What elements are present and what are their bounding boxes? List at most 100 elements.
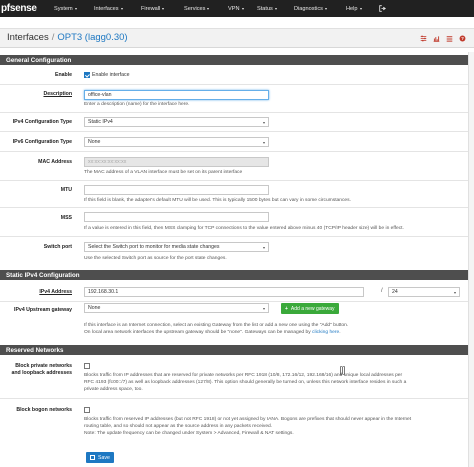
mouse-cursor-icon — [340, 366, 345, 377]
block-private-help-3: private address space, too. — [84, 387, 143, 392]
switch-port-value: Select the Switch port to monitor for me… — [88, 244, 220, 250]
ipv6-type-value: None — [88, 139, 101, 145]
chevron-down-icon — [162, 7, 165, 10]
mss-input[interactable] — [84, 212, 269, 222]
nav-help[interactable]: Help — [343, 0, 365, 17]
static-ipv4-heading: Static IPv4 Configuration — [0, 270, 468, 280]
gateway-value: None — [88, 305, 101, 311]
block-private-help-2: RFC 4193 (fc00::/7) as well as loopback … — [84, 380, 407, 385]
gateway-label: IPv4 Upstream gateway — [14, 307, 72, 313]
page-header: Interfaces / OPT3 (lagg0.30) ? — [0, 28, 474, 48]
chevron-down-icon — [263, 122, 265, 124]
breadcrumb-interfaces[interactable]: Interfaces — [7, 32, 49, 43]
gateway-help-end: . — [339, 330, 341, 335]
ipv4-type-value: Static IPv4 — [88, 119, 113, 125]
row-divider — [0, 301, 468, 302]
mac-placeholder: xx:xx:xx:xx:xx:xx — [88, 159, 127, 165]
nav-label: Status — [257, 5, 273, 12]
mtu-input[interactable] — [84, 185, 269, 195]
nav-vpn[interactable]: VPN — [225, 0, 247, 17]
block-bogon-help-3: Note: The update frequency can be change… — [84, 431, 294, 436]
description-label: Description — [43, 91, 72, 97]
mtu-label: MTU — [60, 187, 72, 193]
ipv4-type-select[interactable]: Static IPv4 — [84, 117, 269, 127]
plus-icon: + — [285, 305, 288, 312]
enable-checkbox[interactable] — [84, 72, 90, 78]
scrollbar[interactable] — [468, 52, 474, 467]
ipv4-address-input[interactable]: 192.168.30.1 — [84, 287, 364, 297]
enable-text: Enable interface — [92, 72, 130, 78]
nav-services[interactable]: Services — [181, 0, 212, 17]
chevron-down-icon — [263, 308, 265, 310]
row-divider — [0, 398, 468, 399]
reserved-networks-heading: Reserved Networks — [0, 345, 468, 355]
nav-interfaces[interactable]: Interfaces — [91, 0, 126, 17]
ipv4-type-label: IPv4 Configuration Type — [12, 119, 72, 125]
switch-port-select[interactable]: Select the Switch port to monitor for me… — [84, 242, 269, 252]
row-divider — [0, 112, 468, 113]
header-icons: ? — [420, 35, 466, 42]
gateway-help-text: On local area network interfaces the ups… — [84, 330, 311, 335]
description-value: office-vlan — [88, 92, 112, 98]
mss-label: MSS — [60, 215, 72, 221]
nav-firewall[interactable]: Firewall — [138, 0, 167, 17]
chevron-down-icon — [207, 7, 210, 10]
prefix-select[interactable]: 24 — [388, 287, 460, 297]
chevron-down-icon — [274, 7, 277, 10]
mtu-help: If this field is blank, the adapter's de… — [84, 198, 351, 203]
description-help: Enter a description (name) for the inter… — [84, 102, 190, 107]
nav-label: VPN — [228, 5, 240, 12]
nav-label: Help — [346, 5, 358, 12]
description-input[interactable]: office-vlan — [84, 90, 269, 100]
block-private-label-1: Block private networks — [15, 363, 72, 369]
help-icon[interactable]: ? — [459, 35, 466, 42]
chevron-down-icon — [120, 7, 123, 10]
block-bogon-help-1: Blocks traffic from reserved IP addresse… — [84, 417, 412, 422]
mac-input[interactable]: xx:xx:xx:xx:xx:xx — [84, 157, 269, 167]
nav-label: Services — [184, 5, 206, 12]
logout-icon[interactable] — [376, 0, 389, 17]
row-divider — [0, 207, 468, 208]
list-icon[interactable] — [446, 35, 453, 42]
mac-label: MAC Address — [38, 159, 72, 165]
pfsense-logo[interactable]: pfsense — [0, 0, 44, 17]
gateway-manage-link[interactable]: clicking here — [312, 330, 339, 335]
mac-help: The MAC address of a VLAN interface must… — [84, 170, 243, 175]
nav-status[interactable]: Status — [254, 0, 280, 17]
block-private-label-2: and loopback addresses — [11, 370, 72, 376]
sliders-icon[interactable] — [420, 35, 427, 42]
general-config-heading: General Configuration — [0, 55, 468, 65]
nav-system[interactable]: System — [51, 0, 80, 17]
row-divider — [0, 180, 468, 181]
chevron-down-icon — [454, 292, 456, 294]
add-gateway-button[interactable]: + Add a new gateway — [281, 303, 339, 314]
nav-label: Diagnostics — [294, 5, 323, 12]
block-bogon-checkbox[interactable] — [84, 407, 90, 413]
add-gateway-label: Add a new gateway — [290, 305, 335, 312]
svg-text:?: ? — [461, 36, 464, 41]
nav-label: System — [54, 5, 73, 12]
block-private-checkbox[interactable] — [84, 363, 90, 369]
ipv6-type-select[interactable]: None — [84, 137, 269, 147]
row-divider — [0, 236, 468, 237]
chevron-down-icon — [74, 7, 77, 10]
chevron-down-icon — [263, 247, 265, 249]
prefix-slash: / — [381, 288, 383, 294]
ipv6-type-label: IPv6 Configuration Type — [12, 139, 72, 145]
chart-icon[interactable] — [433, 35, 440, 42]
nav-diagnostics[interactable]: Diagnostics — [291, 0, 330, 17]
nav-label: Interfaces — [94, 5, 119, 12]
ipv4-address-value: 192.168.30.1 — [88, 289, 119, 295]
switch-port-help: Use the selected Switch port as source f… — [84, 256, 227, 261]
block-bogon-help-2: routing table, and so should not appear … — [84, 424, 273, 429]
breadcrumb-current[interactable]: OPT3 (lagg0.30) — [57, 32, 127, 43]
save-button[interactable]: Save — [86, 452, 114, 463]
gateway-help-1: If this interface is an Internet connect… — [84, 323, 349, 328]
switch-port-label: Switch port — [43, 244, 72, 250]
ipv4-address-label: IPv4 Address — [39, 289, 72, 295]
gateway-select[interactable]: None — [84, 303, 269, 313]
chevron-down-icon — [359, 7, 362, 10]
nav-label: Firewall — [141, 5, 161, 12]
enable-label: Enable — [54, 72, 72, 78]
block-bogon-label: Block bogon networks — [16, 407, 72, 413]
